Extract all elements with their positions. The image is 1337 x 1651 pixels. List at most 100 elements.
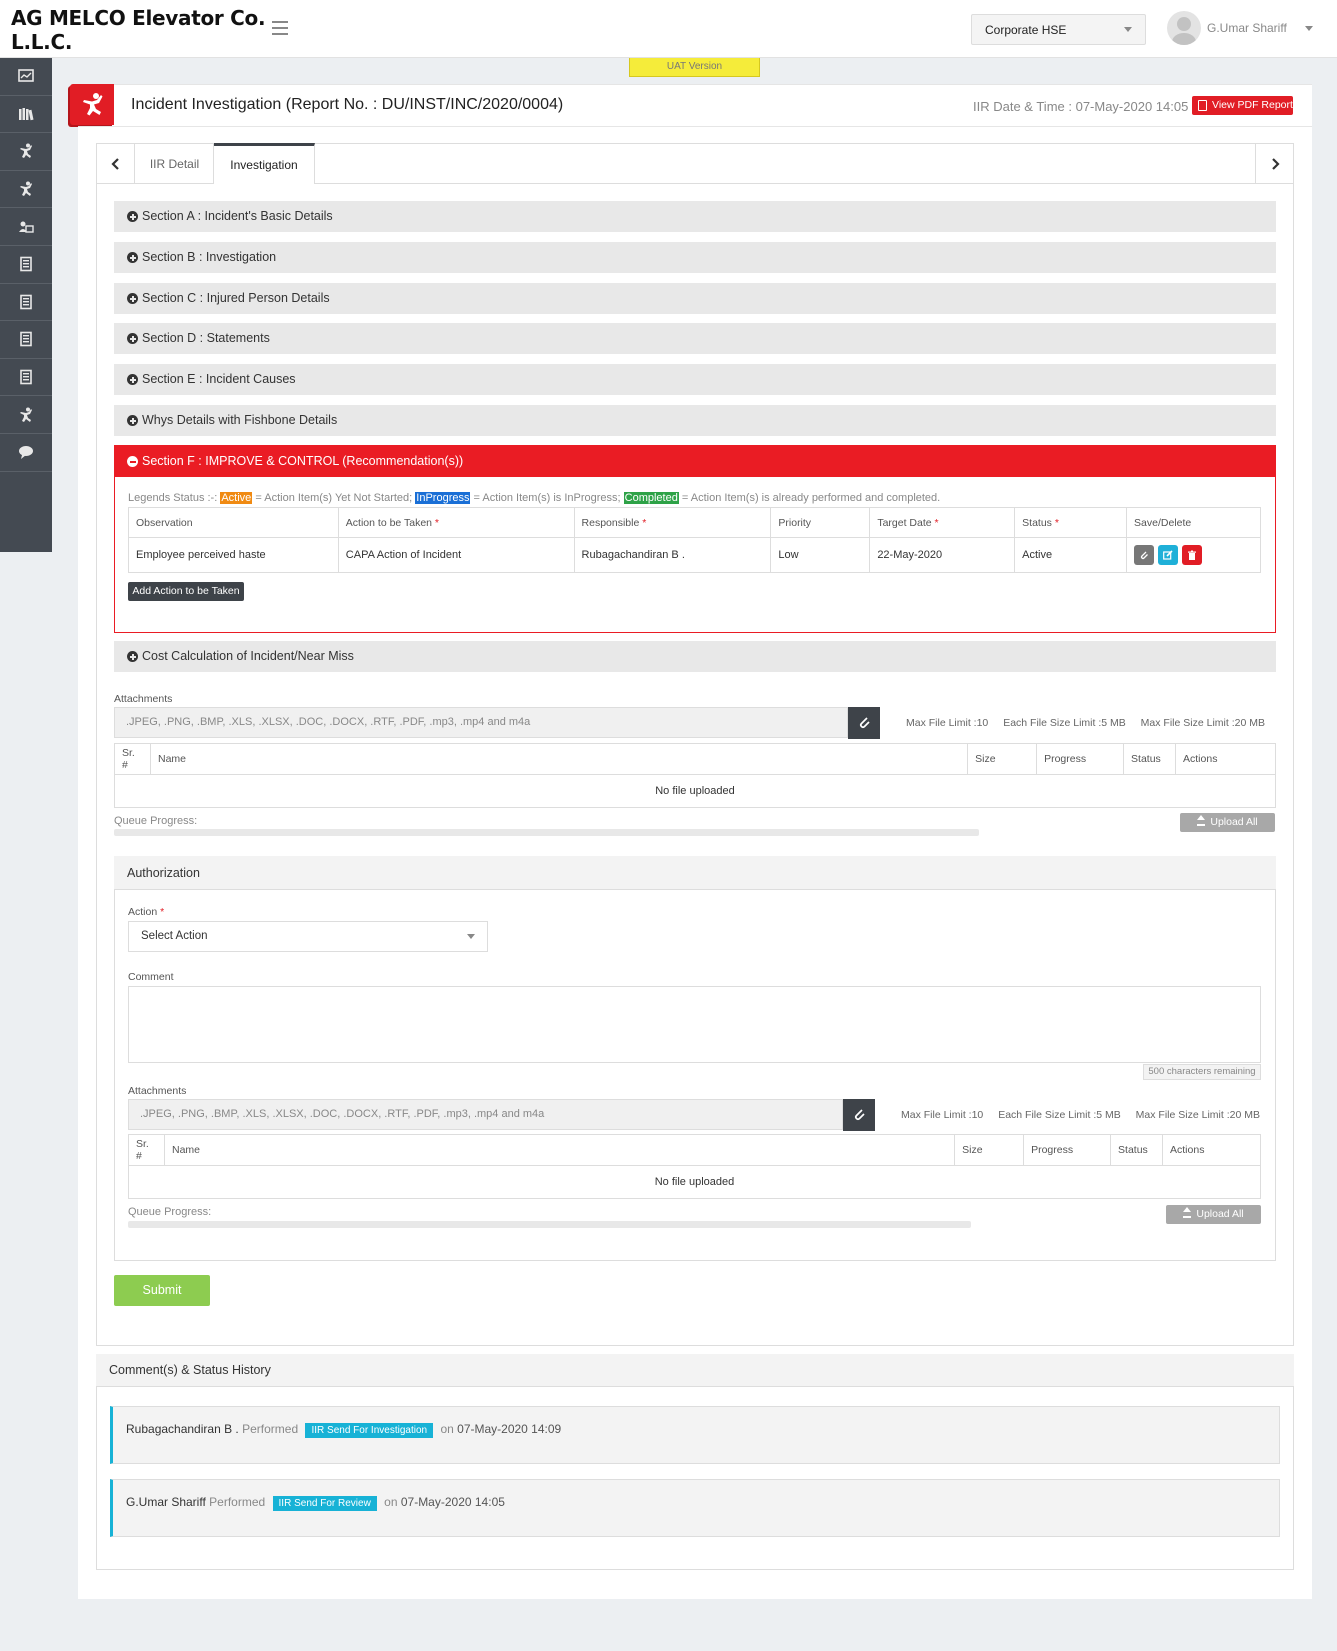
upload-all-button[interactable]: Upload All bbox=[1180, 813, 1275, 832]
section-a-header[interactable]: Section A : Incident's Basic Details bbox=[114, 201, 1276, 232]
attachments-limits: Max File Limit :10 Each File Size Limit … bbox=[906, 717, 1277, 729]
col-status: Status bbox=[1123, 743, 1177, 775]
row-delete-button[interactable] bbox=[1182, 545, 1203, 565]
section-c-title: Section C : Injured Person Details bbox=[142, 291, 330, 305]
row-edit-button[interactable] bbox=[1158, 545, 1179, 565]
sidebar bbox=[0, 58, 52, 552]
sidebar-item-id-card[interactable] bbox=[0, 208, 52, 246]
sidebar-item-document-4[interactable] bbox=[0, 359, 52, 397]
table-row: Employee perceived haste CAPA Action of … bbox=[128, 537, 1261, 573]
whys-fishbone-title: Whys Details with Fishbone Details bbox=[142, 413, 338, 427]
auth-upload-all-button[interactable]: Upload All bbox=[1166, 1205, 1261, 1224]
paperclip-icon bbox=[859, 717, 870, 729]
sidebar-item-document-3[interactable] bbox=[0, 321, 52, 359]
col-actions: Actions bbox=[1175, 743, 1276, 775]
tab-investigation[interactable]: Investigation bbox=[214, 143, 315, 184]
uat-version-badge: UAT Version bbox=[629, 58, 760, 77]
tab-iir-detail[interactable]: IIR Detail bbox=[136, 144, 214, 184]
history-verb: Performed bbox=[209, 1495, 266, 1509]
section-c-header[interactable]: Section C : Injured Person Details bbox=[114, 283, 1276, 314]
recommendation-table: Observation Action to be Taken * Respons… bbox=[128, 507, 1261, 573]
plus-circle-icon bbox=[127, 415, 138, 426]
user-menu-chevron-icon[interactable] bbox=[1305, 26, 1313, 31]
table-row: No file uploaded bbox=[114, 774, 1276, 808]
auth-attachments-file-input[interactable]: .JPEG, .PNG, .BMP, .XLS, .XLSX, .DOC, .D… bbox=[128, 1099, 843, 1130]
tab-scroll-left-button[interactable] bbox=[97, 144, 135, 183]
company-select-value: Corporate HSE bbox=[985, 23, 1067, 37]
plus-circle-icon bbox=[127, 374, 138, 385]
sidebar-item-chat[interactable] bbox=[0, 434, 52, 472]
action-select[interactable]: Select Action bbox=[128, 921, 488, 952]
top-bar: AG MELCO Elevator Co. L.L.C. Corporate H… bbox=[0, 0, 1337, 58]
avatar[interactable] bbox=[1167, 11, 1201, 45]
empty-state: No file uploaded bbox=[114, 774, 1276, 808]
sidebar-item-incident[interactable] bbox=[0, 133, 52, 171]
table-row: No file uploaded bbox=[128, 1165, 1261, 1199]
incident-icon bbox=[20, 143, 32, 159]
document-icon bbox=[20, 256, 32, 272]
page-title: Incident Investigation (Report No. : DU/… bbox=[131, 96, 564, 113]
legend-completed-text: = Action Item(s) is already performed an… bbox=[681, 492, 941, 504]
cost-calculation-header[interactable]: Cost Calculation of Incident/Near Miss bbox=[114, 641, 1276, 672]
section-b-header[interactable]: Section B : Investigation bbox=[114, 242, 1276, 273]
tab-scroll-right-button[interactable] bbox=[1255, 144, 1293, 183]
add-action-button[interactable]: Add Action to be Taken bbox=[128, 582, 244, 601]
chevron-down-icon bbox=[1124, 27, 1132, 32]
upload-icon bbox=[1183, 1207, 1192, 1218]
col-name: Name bbox=[149, 743, 969, 775]
col-sr: Sr. # bbox=[114, 743, 151, 775]
empty-state: No file uploaded bbox=[128, 1165, 1261, 1199]
section-e-title: Section E : Incident Causes bbox=[142, 372, 296, 386]
action-select-value: Select Action bbox=[141, 930, 208, 942]
sidebar-item-incident-2[interactable] bbox=[0, 171, 52, 209]
user-name[interactable]: G.Umar Shariff bbox=[1207, 21, 1287, 35]
submit-button[interactable]: Submit bbox=[114, 1275, 210, 1306]
attachments-browse-button[interactable] bbox=[848, 707, 880, 739]
sidebar-item-incident-3[interactable] bbox=[0, 396, 52, 434]
menu-toggle-icon[interactable] bbox=[272, 21, 288, 35]
max-file-limit: Max File Limit :10 bbox=[906, 717, 989, 729]
col-size: Size bbox=[967, 743, 1038, 775]
plus-circle-icon bbox=[127, 211, 138, 222]
col-sr: Sr. # bbox=[128, 1134, 165, 1166]
status-badge: IIR Send For Investigation bbox=[305, 1423, 434, 1438]
cell-priority: Low bbox=[770, 537, 871, 573]
id-card-icon bbox=[19, 221, 34, 233]
sidebar-item-document-1[interactable] bbox=[0, 246, 52, 284]
trash-icon bbox=[1188, 550, 1197, 560]
characters-remaining: 500 characters remaining bbox=[1143, 1064, 1261, 1080]
company-select[interactable]: Corporate HSE bbox=[971, 14, 1146, 45]
legend-active-text: = Action Item(s) Yet Not Started; bbox=[255, 492, 413, 504]
comment-label: Comment bbox=[128, 971, 174, 983]
section-d-header[interactable]: Section D : Statements bbox=[114, 323, 1276, 354]
section-a-title: Section A : Incident's Basic Details bbox=[142, 209, 333, 223]
cell-actions bbox=[1126, 537, 1261, 573]
comment-textarea[interactable] bbox=[128, 986, 1261, 1063]
queue-progress-label: Queue Progress: bbox=[114, 815, 198, 827]
attachments-table: Sr. # Name Size Progress Status Actions … bbox=[114, 743, 1276, 808]
col-status: Status bbox=[1110, 1134, 1164, 1166]
section-e-header[interactable]: Section E : Incident Causes bbox=[114, 364, 1276, 395]
max-file-size-limit: Max File Size Limit :20 MB bbox=[1140, 717, 1265, 729]
legend-prefix: Legends Status :-: bbox=[128, 492, 218, 504]
table-header-row: Sr. # Name Size Progress Status Actions bbox=[128, 1134, 1261, 1166]
plus-circle-icon bbox=[127, 333, 138, 344]
auth-attachments-label: Attachments bbox=[128, 1085, 187, 1097]
iir-datetime: IIR Date & Time : 07-May-2020 14:05 bbox=[973, 99, 1189, 114]
attachments-file-input[interactable]: .JPEG, .PNG, .BMP, .XLS, .XLSX, .DOC, .D… bbox=[114, 707, 848, 738]
max-file-limit: Max File Limit :10 bbox=[901, 1109, 984, 1121]
col-size: Size bbox=[954, 1134, 1025, 1166]
history-timestamp: 07-May-2020 14:09 bbox=[457, 1422, 562, 1436]
sidebar-item-dashboard[interactable] bbox=[0, 58, 52, 96]
whys-fishbone-header[interactable]: Whys Details with Fishbone Details bbox=[114, 405, 1276, 436]
auth-attachments-limits: Max File Limit :10 Each File Size Limit … bbox=[901, 1109, 1272, 1121]
view-pdf-report-button[interactable]: View PDF Report bbox=[1192, 96, 1293, 115]
dashboard-icon bbox=[18, 69, 34, 83]
sidebar-item-document-2[interactable] bbox=[0, 284, 52, 322]
sidebar-item-library[interactable] bbox=[0, 96, 52, 134]
plus-circle-icon bbox=[127, 293, 138, 304]
document-icon bbox=[20, 294, 32, 310]
section-f-header[interactable]: Section F : IMPROVE & CONTROL (Recommend… bbox=[114, 445, 1276, 478]
auth-attachments-browse-button[interactable] bbox=[843, 1099, 875, 1131]
row-attach-button[interactable] bbox=[1134, 545, 1155, 565]
